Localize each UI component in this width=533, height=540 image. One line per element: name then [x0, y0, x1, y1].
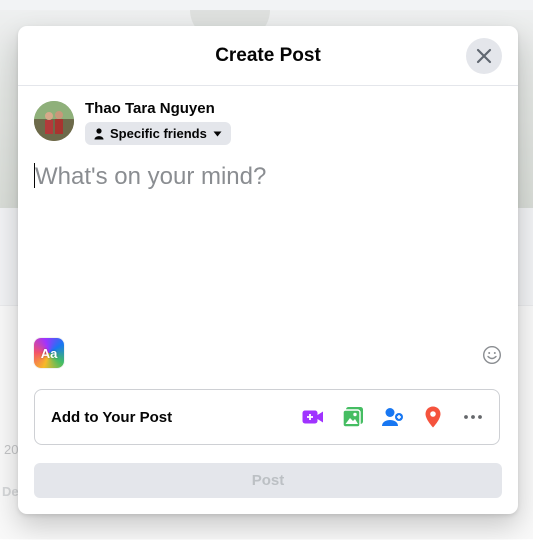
person-icon [94, 127, 104, 139]
text-format-label: Aa [40, 345, 58, 361]
author-row: Thao Tara Nguyen Specific friends [34, 100, 231, 147]
photo-video-button[interactable] [335, 399, 371, 435]
check-in-icon [425, 406, 441, 428]
dialog-header: Create Post [18, 26, 518, 86]
add-to-post-label: Add to Your Post [51, 408, 173, 426]
tag-people-icon [382, 408, 403, 426]
dialog-title: Create Post [215, 44, 321, 66]
check-in-button[interactable] [415, 399, 451, 435]
close-button[interactable] [466, 38, 502, 74]
avatar[interactable] [34, 101, 74, 141]
avatar-photo [34, 101, 74, 141]
audience-selector-button[interactable]: Specific friends [85, 122, 231, 145]
text-background-button[interactable]: Aa [34, 338, 64, 368]
tag-people-button[interactable] [375, 399, 411, 435]
photo-video-icon [342, 407, 363, 428]
live-video-icon [302, 410, 323, 424]
post-button[interactable]: Post [34, 463, 502, 498]
close-icon [476, 48, 492, 64]
composer-placeholder: What's on your mind? [35, 163, 267, 190]
post-text-input[interactable]: What's on your mind? [34, 161, 500, 331]
more-options-button[interactable] [455, 399, 491, 435]
emoji-icon[interactable] [482, 345, 502, 365]
add-to-post-bar: Add to Your Post [34, 389, 500, 445]
caret-down-icon [213, 131, 222, 136]
post-button-label: Post [251, 472, 285, 489]
create-post-dialog: Create Post Thao Tara Nguyen Specific fr… [18, 26, 518, 514]
audience-label: Specific friends [110, 126, 207, 141]
more-icon [464, 415, 482, 419]
live-video-button[interactable] [295, 399, 331, 435]
author-name[interactable]: Thao Tara Nguyen [85, 100, 231, 117]
